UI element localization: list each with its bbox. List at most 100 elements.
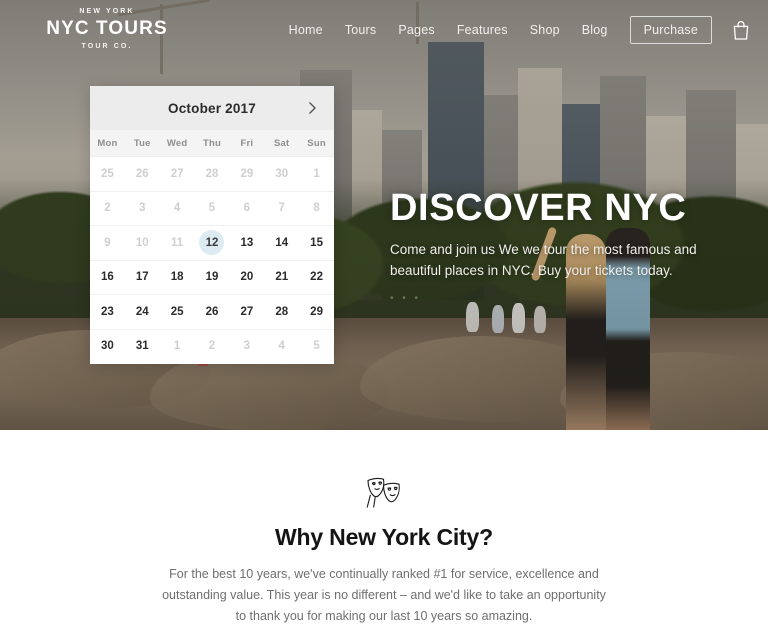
- theater-masks-icon: [366, 477, 400, 508]
- calendar-day-number: 5: [313, 340, 320, 353]
- calendar-day-cell[interactable]: 25: [159, 294, 195, 329]
- calendar-day-cell: 11: [159, 225, 195, 260]
- calendar-day-number: 13: [240, 236, 254, 249]
- calendar-day-cell[interactable]: 22: [299, 259, 334, 295]
- calendar-day-cell: 5: [299, 328, 334, 364]
- why-new-york-section: Why New York City? For the best 10 years…: [0, 430, 768, 623]
- calendar-day-number: 29: [240, 167, 254, 180]
- calendar-day-cell: 2: [90, 190, 125, 226]
- nav-item-pages[interactable]: Pages: [398, 23, 434, 37]
- calendar-day-cell: 28: [194, 156, 230, 191]
- logo-name: NYC TOURS: [46, 18, 168, 39]
- section-title: Why New York City?: [275, 524, 493, 550]
- calendar-day-cell[interactable]: 15: [299, 225, 334, 260]
- calendar-day-cell[interactable]: 14: [264, 225, 300, 260]
- calendar-day-number: 25: [101, 167, 114, 180]
- calendar-day-number: 25: [170, 305, 184, 318]
- calendar-day-number: 14: [275, 236, 289, 249]
- date-picker-calendar[interactable]: October 2017 Mon Tue Wed Thu Fri Sat Sun…: [90, 86, 334, 364]
- calendar-day-cell[interactable]: 28: [264, 294, 300, 329]
- calendar-day-cell: 29: [229, 156, 265, 191]
- calendar-day-cell[interactable]: 31: [124, 328, 160, 364]
- calendar-day-cell: 3: [124, 190, 160, 226]
- slider-dots[interactable]: • • •: [390, 293, 740, 304]
- calendar-day-number: 4: [173, 202, 181, 215]
- calendar-month-title: October 2017: [168, 100, 256, 116]
- calendar-day-cell[interactable]: 30: [90, 328, 125, 364]
- calendar-day-number: 10: [135, 236, 149, 249]
- calendar-day-grid: 25 26 27 28 29 30 1 2 3 4 5 6 7 8 9 10 11 12 13 14 15 16 17 18 1…: [90, 156, 334, 363]
- calendar-day-number: 12: [199, 230, 225, 256]
- calendar-day-number: 3: [243, 340, 251, 353]
- calendar-day-number: 28: [275, 305, 289, 318]
- calendar-day-cell[interactable]: 20: [229, 259, 265, 295]
- calendar-day-number: 18: [170, 271, 184, 284]
- calendar-day-cell[interactable]: 18: [159, 259, 195, 295]
- main-navigation: Home Tours Pages Features Shop Blog Purc…: [289, 0, 712, 60]
- calendar-day-number: 4: [278, 340, 285, 353]
- calendar-day-cell: 27: [159, 156, 195, 191]
- calendar-day-cell[interactable]: 12: [194, 225, 230, 260]
- calendar-day-cell[interactable]: 23: [90, 294, 125, 329]
- site-header: NEW YORK NYC TOURS TOUR CO. Home Tours P…: [0, 0, 768, 60]
- shopping-bag-icon[interactable]: [732, 20, 750, 40]
- calendar-day-number: 6: [243, 202, 251, 215]
- calendar-day-cell: 2: [194, 328, 230, 364]
- calendar-day-number: 27: [170, 167, 184, 180]
- calendar-day-cell: 4: [159, 190, 195, 226]
- calendar-day-cell[interactable]: 17: [124, 259, 160, 295]
- calendar-day-cell: 6: [229, 190, 265, 226]
- calendar-day-number: 22: [310, 271, 323, 284]
- site-logo[interactable]: NEW YORK NYC TOURS TOUR CO.: [32, 7, 182, 52]
- calendar-weekday-row: Mon Tue Wed Thu Fri Sat Sun: [90, 130, 334, 156]
- nav-item-blog[interactable]: Blog: [582, 23, 608, 37]
- calendar-day-number: 19: [205, 271, 219, 284]
- calendar-day-number: 9: [104, 236, 111, 249]
- calendar-header: October 2017: [90, 86, 334, 130]
- logo-tagline: TOUR CO.: [81, 43, 133, 50]
- weekday-label: Sat: [274, 137, 290, 149]
- calendar-day-cell: 7: [264, 190, 300, 226]
- calendar-day-number: 2: [104, 202, 111, 215]
- calendar-day-number: 15: [310, 236, 323, 249]
- calendar-day-number: 8: [313, 202, 320, 215]
- calendar-day-cell[interactable]: 27: [229, 294, 265, 329]
- nav-item-home[interactable]: Home: [289, 23, 323, 37]
- calendar-day-cell: 5: [194, 190, 230, 226]
- calendar-day-cell[interactable]: 24: [124, 294, 160, 329]
- nav-item-tours[interactable]: Tours: [345, 23, 377, 37]
- calendar-day-cell: 9: [90, 225, 125, 260]
- nav-item-features[interactable]: Features: [457, 23, 508, 37]
- calendar-day-cell: 1: [299, 156, 334, 191]
- weekday-label: Wed: [166, 137, 188, 149]
- calendar-day-number: 27: [240, 305, 254, 318]
- weekday-label: Mon: [97, 137, 118, 149]
- calendar-day-cell[interactable]: 19: [194, 259, 230, 295]
- calendar-day-cell: 10: [124, 225, 160, 260]
- chevron-right-icon[interactable]: [304, 100, 320, 116]
- hero-subtitle: Come and join us We we tour the most fam…: [390, 242, 697, 278]
- calendar-day-cell: 30: [264, 156, 300, 191]
- calendar-day-cell[interactable]: 29: [299, 294, 334, 329]
- calendar-day-number: 11: [171, 236, 184, 249]
- calendar-day-number: 21: [275, 271, 289, 284]
- calendar-day-number: 30: [101, 340, 114, 353]
- calendar-day-cell[interactable]: 16: [90, 259, 125, 295]
- purchase-button[interactable]: Purchase: [629, 16, 712, 44]
- calendar-day-cell[interactable]: 26: [194, 294, 230, 329]
- calendar-day-cell[interactable]: 13: [229, 225, 265, 260]
- calendar-day-cell[interactable]: 21: [264, 259, 300, 295]
- calendar-day-number: 26: [205, 305, 219, 318]
- hero-title: DISCOVER NYC: [390, 187, 687, 229]
- calendar-day-number: 2: [208, 340, 216, 353]
- weekday-label: Thu: [202, 137, 221, 149]
- calendar-day-number: 1: [313, 167, 320, 180]
- calendar-day-number: 20: [240, 271, 254, 284]
- calendar-day-number: 23: [101, 305, 114, 318]
- nav-item-shop[interactable]: Shop: [530, 23, 560, 37]
- calendar-day-cell: 25: [90, 156, 125, 191]
- weekday-label: Sun: [307, 137, 326, 149]
- calendar-day-number: 26: [135, 167, 149, 180]
- calendar-day-cell: 26: [124, 156, 160, 191]
- calendar-day-number: 16: [101, 271, 114, 284]
